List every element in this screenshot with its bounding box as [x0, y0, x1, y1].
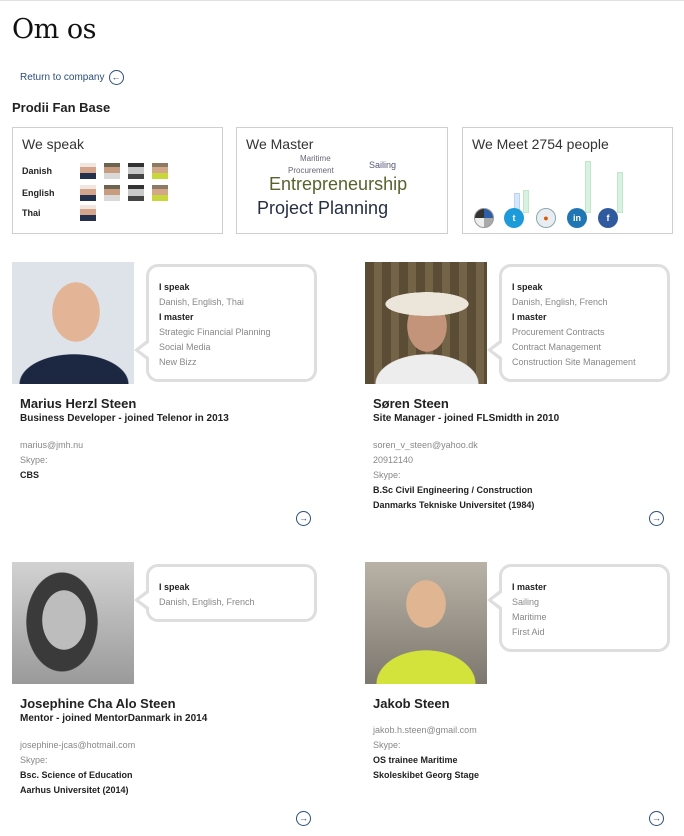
- avatar[interactable]: [80, 163, 96, 179]
- speak-label: I speak: [159, 582, 190, 592]
- person-card: I speak Danish, English, French Josephin…: [12, 562, 332, 836]
- person-name[interactable]: Josephine Cha Alo Steen: [20, 696, 176, 711]
- skill-tag[interactable]: Maritime: [300, 154, 331, 163]
- skype-label: Skype:: [20, 755, 48, 765]
- profile-photo[interactable]: [12, 562, 134, 684]
- we-speak-title: We speak: [22, 136, 84, 152]
- speak-label: I speak: [159, 282, 190, 292]
- master-label: I master: [512, 582, 547, 592]
- language-name: English: [22, 188, 55, 198]
- email-link[interactable]: soren_v_steen@yahoo.dk: [373, 438, 534, 453]
- avatar[interactable]: [80, 205, 96, 221]
- email-link[interactable]: josephine-jcas@hotmail.com: [20, 738, 135, 753]
- person-role: Business Developer - joined Telenor in 2…: [20, 413, 229, 424]
- language-name: Danish: [22, 166, 53, 176]
- master-item: Contract Management: [512, 342, 602, 352]
- facebook-icon[interactable]: f: [598, 208, 618, 228]
- education-line: B.Sc Civil Engineering / Construction: [373, 485, 533, 495]
- master-item: Sailing: [512, 597, 540, 607]
- master-item: Procurement Contracts: [512, 327, 605, 337]
- skill-tag[interactable]: Project Planning: [257, 198, 388, 219]
- page-title: Om os: [12, 14, 96, 45]
- person-name[interactable]: Jakob Steen: [373, 696, 450, 711]
- we-meet-title: We Meet 2754 people: [472, 136, 609, 152]
- master-item: Strategic Financial Planning: [159, 327, 271, 337]
- language-name: Thai: [22, 208, 41, 218]
- speak-languages: Danish, English, French: [512, 297, 608, 307]
- skills-bubble: I speak Danish, English, Thai I master S…: [134, 264, 317, 382]
- person-info: soren_v_steen@yahoo.dk 20912140 Skype: B…: [373, 438, 534, 513]
- skype-label: Skype:: [373, 470, 401, 480]
- arrow-right-circle-icon[interactable]: →: [649, 511, 664, 526]
- avatar[interactable]: [128, 185, 144, 201]
- network-bar: [617, 172, 623, 213]
- linkedin-icon[interactable]: in: [567, 208, 587, 228]
- person-info: marius@jmh.nu Skype: CBS: [20, 438, 83, 483]
- profile-photo[interactable]: [12, 262, 134, 384]
- email-link[interactable]: jakob.h.steen@gmail.com: [373, 723, 479, 738]
- education-line: OS trainee Maritime: [373, 755, 458, 765]
- we-master-title: We Master: [246, 136, 314, 152]
- avatar[interactable]: [104, 185, 120, 201]
- skills-bubble: I speak Danish, English, French I master…: [487, 264, 670, 382]
- avatar[interactable]: [128, 163, 144, 179]
- profile-photo[interactable]: [365, 562, 487, 684]
- we-meet-box: We Meet 2754 people t ● in f: [462, 127, 673, 234]
- speak-languages: Danish, English, Thai: [159, 297, 244, 307]
- speak-languages: Danish, English, French: [159, 597, 255, 607]
- master-item: New Bizz: [159, 357, 197, 367]
- skype-label: Skype:: [20, 455, 48, 465]
- avatar[interactable]: [152, 163, 168, 179]
- twitter-icon[interactable]: t: [504, 208, 524, 228]
- email-link[interactable]: marius@jmh.nu: [20, 438, 83, 453]
- arrow-right-circle-icon[interactable]: →: [296, 811, 311, 826]
- person-info: josephine-jcas@hotmail.com Skype: Bsc. S…: [20, 738, 135, 798]
- network-bar: [585, 161, 591, 213]
- education-line: Aarhus Universitet (2014): [20, 785, 129, 795]
- master-label: I master: [159, 312, 194, 322]
- person-name[interactable]: Marius Herzl Steen: [20, 396, 136, 411]
- phone-number: 20912140: [373, 455, 414, 465]
- skills-bubble: I speak Danish, English, French: [134, 564, 317, 622]
- avatar[interactable]: [104, 163, 120, 179]
- master-item: Social Media: [159, 342, 211, 352]
- return-link-label: Return to company: [20, 72, 105, 83]
- arrow-right-circle-icon[interactable]: →: [649, 811, 664, 826]
- arrow-right-circle-icon[interactable]: →: [296, 511, 311, 526]
- skype-label: Skype:: [373, 740, 401, 750]
- language-row: English: [22, 185, 176, 201]
- language-row: Danish: [22, 163, 176, 179]
- master-item: Construction Site Management: [512, 357, 636, 367]
- master-label: I master: [512, 312, 547, 322]
- profile-photo[interactable]: [365, 262, 487, 384]
- skills-bubble: I master Sailing Maritime First Aid: [487, 564, 670, 652]
- education-line: CBS: [20, 470, 40, 480]
- avatar[interactable]: [152, 185, 168, 201]
- person-card: I speak Danish, English, French I master…: [365, 262, 684, 552]
- section-title: Prodii Fan Base: [12, 100, 111, 115]
- education-line: Skoleskibet Georg Stage: [373, 770, 480, 780]
- avatar[interactable]: [80, 185, 96, 201]
- language-row: Thai: [22, 205, 104, 221]
- arrow-left-circle-icon: ←: [108, 70, 124, 85]
- person-name[interactable]: Søren Steen: [373, 396, 449, 411]
- speak-label: I speak: [512, 282, 543, 292]
- person-role: Mentor - joined MentorDanmark in 2014: [20, 713, 208, 724]
- master-item: Maritime: [512, 612, 547, 622]
- return-to-company-link[interactable]: Return to company ←: [20, 70, 124, 85]
- person-role: Site Manager - joined FLSmidth in 2010: [373, 413, 560, 424]
- education-line: Danmarks Tekniske Universitet (1984): [373, 500, 535, 510]
- person-card: I speak Danish, English, Thai I master S…: [12, 262, 332, 552]
- network-mix-icon[interactable]: [474, 208, 494, 228]
- education-line: Bsc. Science of Education: [20, 770, 133, 780]
- people-icon[interactable]: ●: [536, 208, 556, 228]
- person-card: I master Sailing Maritime First Aid Jako…: [365, 562, 684, 836]
- network-bar: [523, 190, 529, 213]
- person-info: jakob.h.steen@gmail.com Skype: OS traine…: [373, 723, 479, 783]
- we-master-box: We Master Maritime Procurement Sailing E…: [236, 127, 448, 234]
- skill-tag[interactable]: Entrepreneurship: [269, 174, 407, 195]
- master-item: First Aid: [512, 627, 545, 637]
- we-speak-box: We speak Danish English Thai: [12, 127, 223, 234]
- skill-tag[interactable]: Sailing: [369, 160, 396, 170]
